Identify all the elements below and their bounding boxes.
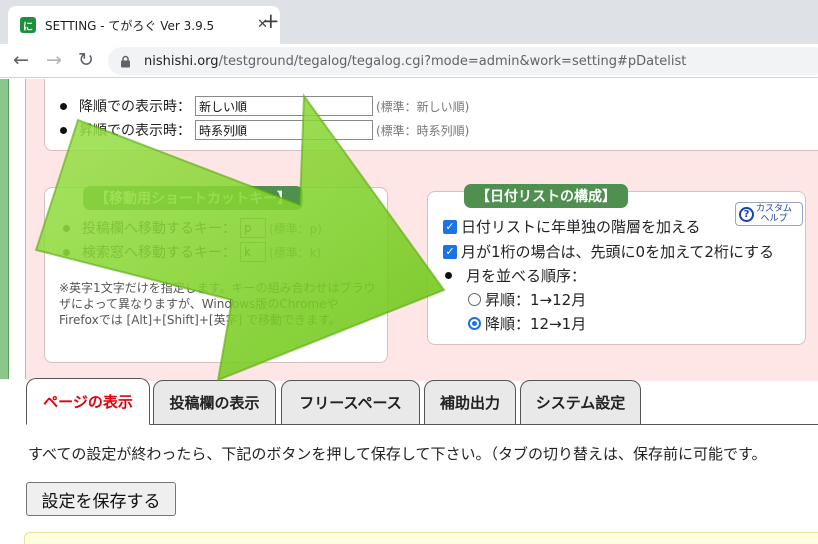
- shortcut-box: 【移動用ショートカットキー】 投稿欄へ移動するキー： p (標準：p) 検索窓へ…: [44, 186, 388, 363]
- search-key-hint: (標準：k): [269, 245, 322, 260]
- zero-pad-checkbox[interactable]: ✓: [443, 244, 457, 259]
- post-key-input[interactable]: p: [240, 218, 266, 238]
- forward-icon[interactable]: →: [46, 49, 62, 71]
- month-order-row: 月を並べる順序：: [445, 265, 586, 286]
- search-key-row: 検索窓へ移動するキー： k (標準：k): [63, 242, 321, 262]
- order-desc-label[interactable]: 降順：12→1月: [485, 313, 586, 334]
- desc-sort-hint: (標準：新しい順): [376, 99, 470, 114]
- search-key-input[interactable]: k: [240, 242, 266, 262]
- desc-sort-label: 降順での表示時：: [79, 99, 191, 115]
- tab-title: SETTING - てがろぐ Ver 3.9.5: [45, 18, 215, 33]
- shortcut-title: 【移動用ショートカットキー】: [83, 186, 303, 210]
- save-message: すべての設定が終わったら、下記のボタンを押して保存して下さい。（タブの切り替えは…: [28, 445, 767, 463]
- custom-help-line2: ヘルプ: [760, 214, 788, 224]
- year-level-label[interactable]: 日付リストに年単独の階層を加える: [461, 216, 701, 237]
- order-asc-option: 昇順：1→12月: [468, 289, 586, 310]
- date-list-title: 【日付リストの構成】: [464, 184, 628, 208]
- custom-help-button[interactable]: ? カスタム ヘルプ: [735, 202, 803, 226]
- asc-sort-label: 昇順での表示時：: [79, 123, 191, 139]
- save-settings-button[interactable]: 設定を保存する: [26, 482, 176, 516]
- asc-sort-input[interactable]: 時系列順: [195, 120, 373, 140]
- bullet: [60, 102, 67, 110]
- custom-help-line1: カスタム: [756, 204, 793, 214]
- order-asc-label[interactable]: 昇順：1→12月: [485, 289, 586, 310]
- search-key-label: 検索窓へ移動するキー：: [82, 245, 236, 261]
- site-favicon-icon: に: [20, 17, 36, 33]
- tab-page-display[interactable]: ページの表示: [26, 378, 150, 425]
- desc-sort-row: 降順での表示時： 新しい順 (標準：新しい順): [60, 96, 469, 116]
- date-list-box: 【日付リストの構成】 ? カスタム ヘルプ ✓ 日付リストに年単独の階層を加える …: [427, 184, 806, 345]
- shortcut-note: ※英字1文字だけを指定します。キーの組み合わせはブラウザによって異なりますが、W…: [59, 281, 376, 327]
- browser-tabstrip: に SETTING - てがろぐ Ver 3.9.5 ✕ +: [0, 0, 818, 44]
- bullet: [60, 126, 67, 134]
- tab-free-space[interactable]: フリースペース: [281, 380, 420, 425]
- reload-icon[interactable]: ↻: [78, 49, 94, 71]
- help-icon: ?: [739, 206, 754, 222]
- zero-pad-option: ✓ 月が1桁の場合は、先頭に0を加えて2桁にする: [443, 241, 774, 262]
- url-path: /testground/tegalog/tegalog.cgi?mode=adm…: [218, 53, 687, 69]
- order-asc-radio[interactable]: [468, 293, 481, 306]
- left-green-strip: [0, 79, 9, 379]
- plus-icon[interactable]: +: [262, 11, 280, 32]
- url-host: nishishi.org: [144, 53, 219, 69]
- order-desc-option: 降順：12→1月: [468, 313, 586, 334]
- asc-sort-row: 昇順での表示時： 時系列順 (標準：時系列順): [60, 120, 469, 140]
- desc-sort-input[interactable]: 新しい順: [195, 96, 373, 116]
- info-box: [24, 532, 818, 544]
- back-icon[interactable]: ←: [13, 49, 29, 71]
- browser-tab[interactable]: に SETTING - てがろぐ Ver 3.9.5 ✕: [8, 6, 280, 44]
- custom-help-label: カスタム ヘルプ: [756, 204, 792, 224]
- browser-toolbar: ← → ↻ nishishi.org/testground/tegalog/te…: [0, 44, 818, 78]
- tab-system-settings[interactable]: システム設定: [520, 380, 641, 425]
- month-order-label: 月を並べる順序：: [466, 267, 587, 285]
- address-bar[interactable]: nishishi.org/testground/tegalog/tegalog.…: [108, 47, 818, 75]
- lock-icon[interactable]: [120, 55, 136, 68]
- post-key-label: 投稿欄へ移動するキー：: [82, 221, 236, 237]
- tab-aux-output[interactable]: 補助出力: [424, 380, 516, 425]
- order-desc-radio[interactable]: [468, 317, 481, 330]
- post-key-row: 投稿欄へ移動するキー： p (標準：p): [63, 218, 322, 238]
- bullet: [63, 248, 70, 256]
- zero-pad-label[interactable]: 月が1桁の場合は、先頭に0を加えて2桁にする: [461, 241, 774, 262]
- page-content: 降順での表示時： 新しい順 (標準：新しい順) 昇順での表示時： 時系列順 (標…: [0, 79, 818, 544]
- tab-post-form[interactable]: 投稿欄の表示: [153, 380, 276, 425]
- url-text: nishishi.org/testground/tegalog/tegalog.…: [144, 54, 686, 69]
- year-level-checkbox[interactable]: ✓: [443, 219, 457, 234]
- bullet: [63, 224, 70, 232]
- panel-border: [25, 79, 26, 379]
- asc-sort-hint: (標準：時系列順): [376, 123, 470, 138]
- bullet: [445, 272, 452, 279]
- post-key-hint: (標準：p): [269, 221, 322, 236]
- year-level-option: ✓ 日付リストに年単独の階層を加える: [443, 216, 701, 237]
